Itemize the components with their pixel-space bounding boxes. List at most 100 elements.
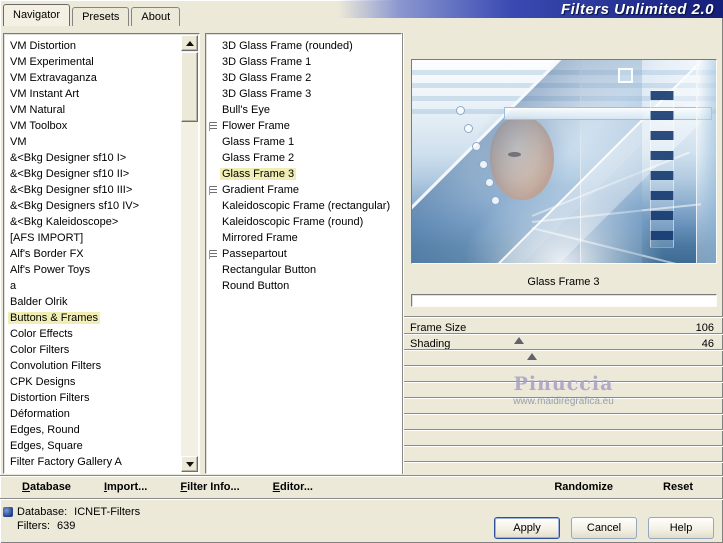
category-item[interactable]: VM Toolbox (5, 118, 181, 134)
filter-info-button[interactable]: Filter Info... (180, 478, 239, 496)
dot-shape (472, 142, 481, 151)
category-item[interactable]: Balder Olrik (5, 294, 181, 310)
param-row-empty (404, 386, 723, 402)
filters-label: Filters: (17, 520, 50, 532)
tab-navigator[interactable]: Navigator (3, 4, 71, 26)
category-item[interactable]: Buttons & Frames (5, 310, 181, 326)
slider-thumb[interactable] (513, 337, 524, 344)
slider-track (404, 445, 723, 447)
category-item-label: a (10, 280, 17, 292)
category-item[interactable]: Distortion Filters (5, 390, 181, 406)
filter-item[interactable]: Rectangular Button (207, 262, 400, 278)
title-banner: Filters Unlimited 2.0 (338, 0, 723, 18)
category-item[interactable]: Alf's Power Toys (5, 262, 181, 278)
filter-item[interactable]: 3D Glass Frame (rounded) (207, 38, 400, 54)
slider-track (404, 429, 723, 431)
scroll-up-button[interactable] (181, 35, 198, 51)
randomize-button[interactable]: Randomize (554, 478, 613, 496)
slider-thumb[interactable] (526, 353, 537, 360)
reset-button[interactable]: Reset (663, 478, 693, 496)
param-row: Frame Size 106 (404, 322, 723, 344)
toolbar-left: Database Import... Filter Info... Editor... (22, 478, 313, 496)
category-item[interactable]: Edges, Round (5, 422, 181, 438)
category-item[interactable]: &<Bkg Kaleidoscope> (5, 214, 181, 230)
filter-item[interactable]: Bull's Eye (207, 102, 400, 118)
category-item[interactable]: CPK Designs (5, 374, 181, 390)
right-edge-strip (696, 60, 716, 263)
category-item[interactable]: VM (5, 134, 181, 150)
tab-about[interactable]: About (131, 7, 181, 26)
slider-track[interactable] (404, 349, 723, 351)
preview-caption: Glass Frame 3 (527, 276, 600, 288)
filter-item[interactable]: 3D Glass Frame 3 (207, 86, 400, 102)
category-item[interactable]: Déformation (5, 406, 181, 422)
filter-item[interactable]: Flower Frame (207, 118, 400, 134)
category-item-label: VM Natural (10, 104, 66, 116)
toolbar-top-divider (0, 475, 723, 477)
scrollbar-thumb[interactable] (181, 52, 198, 122)
category-item[interactable]: VM Experimental (5, 54, 181, 70)
slider-track[interactable] (404, 333, 723, 335)
category-item[interactable]: VM Instant Art (5, 86, 181, 102)
database-label: Database: (17, 506, 68, 518)
apply-button[interactable]: Apply (494, 517, 560, 539)
filter-item[interactable]: Kaleidoscopic Frame (round) (207, 214, 400, 230)
toolbar: Database Import... Filter Info... Editor...… (0, 478, 723, 496)
filter-item-label: Round Button (222, 280, 290, 292)
status-area: Database: ICNET-Filters Filters: 639 (3, 505, 140, 533)
dot-shape (485, 178, 494, 187)
filter-item-label: Kaleidoscopic Frame (rectangular) (222, 200, 391, 212)
filter-item[interactable]: Glass Frame 3 (207, 166, 400, 182)
filter-item-label: Glass Frame 2 (222, 152, 295, 164)
filter-item[interactable]: Passepartout (207, 246, 400, 262)
filters-value: 639 (57, 520, 76, 532)
category-item-label: Convolution Filters (10, 360, 102, 372)
param-row: Shading 46 (404, 338, 723, 360)
help-button[interactable]: Help (648, 517, 714, 539)
category-item[interactable]: [AFS IMPORT] (5, 230, 181, 246)
category-item[interactable]: Alf's Border FX (5, 246, 181, 262)
category-item[interactable]: Color Effects (5, 326, 181, 342)
import-button[interactable]: Import... (104, 478, 147, 496)
category-item[interactable]: &<Bkg Designer sf10 I> (5, 150, 181, 166)
category-item-label: Edges, Round (10, 424, 80, 436)
param-row-empty (404, 370, 723, 386)
category-item[interactable]: VM Natural (5, 102, 181, 118)
filter-item[interactable]: Gradient Frame (207, 182, 400, 198)
filter-item[interactable]: Mirrored Frame (207, 230, 400, 246)
category-item[interactable]: a (5, 278, 181, 294)
filter-item[interactable]: 3D Glass Frame 2 (207, 70, 400, 86)
filter-item-label: Gradient Frame (222, 184, 300, 196)
category-item-label: VM Distortion (10, 40, 77, 52)
filters-unlimited-window: Filters Unlimited 2.0 Navigator Presets Ab… (0, 0, 723, 543)
filter-item[interactable]: Glass Frame 2 (207, 150, 400, 166)
filter-item[interactable]: 3D Glass Frame 1 (207, 54, 400, 70)
category-item[interactable]: Edges, Square (5, 438, 181, 454)
filter-item[interactable]: Kaleidoscopic Frame (rectangular) (207, 198, 400, 214)
category-item-label: VM Toolbox (10, 120, 68, 132)
filter-item-label: Bull's Eye (222, 104, 270, 116)
cancel-button[interactable]: Cancel (571, 517, 637, 539)
category-item[interactable]: &<Bkg Designers sf10 IV> (5, 198, 181, 214)
category-item[interactable]: Convolution Filters (5, 358, 181, 374)
filter-item[interactable]: Round Button (207, 278, 400, 294)
scroll-down-button[interactable] (181, 456, 198, 472)
category-item[interactable]: Color Filters (5, 342, 181, 358)
filter-item-label: Passepartout (222, 248, 287, 260)
window-title: Filters Unlimited 2.0 (560, 0, 714, 18)
params-divider (404, 316, 723, 318)
category-item[interactable]: VM Extravaganza (5, 70, 181, 86)
tab-presets[interactable]: Presets (72, 7, 130, 26)
filter-item[interactable]: Glass Frame 1 (207, 134, 400, 150)
filter-item-label: 3D Glass Frame (rounded) (222, 40, 353, 52)
param-row-empty (404, 450, 723, 466)
category-item[interactable]: Filter Factory Gallery A (5, 454, 181, 470)
category-item[interactable]: VM Distortion (5, 38, 181, 54)
database-icon (3, 507, 13, 517)
editor-button[interactable]: Editor... (273, 478, 313, 496)
category-scrollbar[interactable] (181, 35, 198, 472)
dot-shape (464, 124, 473, 133)
category-item[interactable]: &<Bkg Designer sf10 II> (5, 166, 181, 182)
category-item[interactable]: &<Bkg Designer sf10 III> (5, 182, 181, 198)
database-button[interactable]: Database (22, 478, 71, 496)
